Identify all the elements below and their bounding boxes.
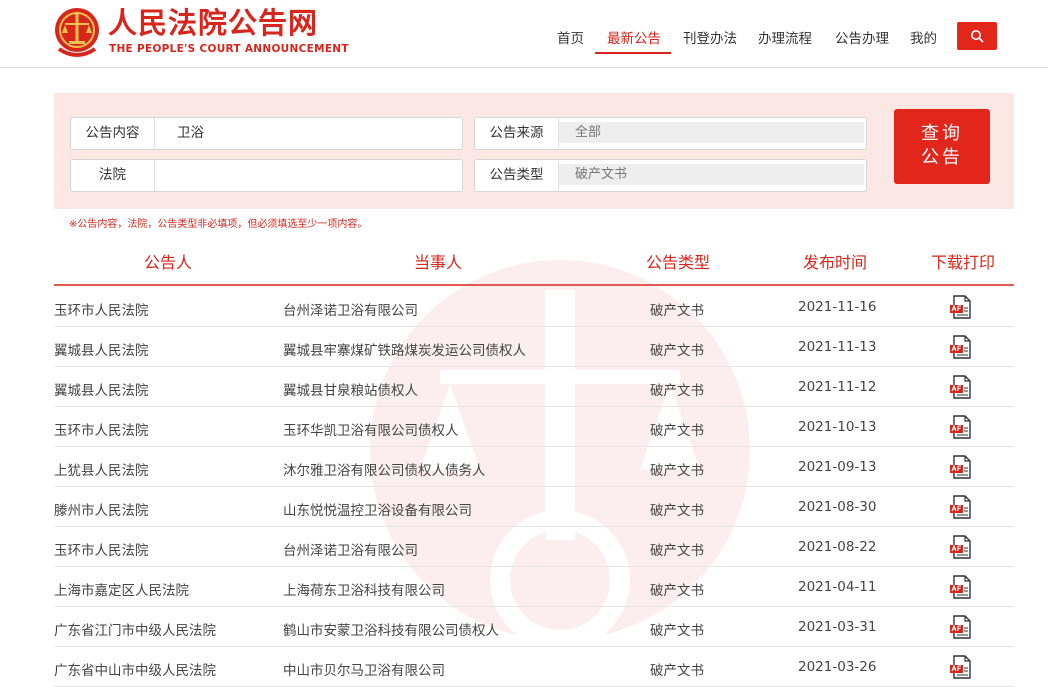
cell-type: 破产文书 <box>650 303 704 319</box>
type-label: 公告类型 <box>475 160 559 191</box>
header-search-button[interactable] <box>957 22 997 50</box>
cell-party[interactable]: 翼城县甘泉粮站债权人 <box>283 379 418 399</box>
header-announcer: 公告人 <box>144 253 193 272</box>
content-input[interactable] <box>155 118 462 149</box>
header-type: 公告类型 <box>646 253 711 272</box>
pdf-icon[interactable] <box>949 455 973 479</box>
court-field: 法院 <box>70 159 463 192</box>
table-row[interactable]: 广东省中山市中级人民法院 中山市贝尔马卫浴有限公司 破产文书 2021-03-26 <box>54 647 1014 687</box>
pdf-icon[interactable] <box>949 335 973 359</box>
type-select[interactable]: 破产文书 <box>559 164 864 185</box>
cell-party[interactable]: 沐尔雅卫浴有限公司债权人债务人 <box>283 459 486 479</box>
pdf-icon[interactable] <box>949 295 973 319</box>
cell-announcer[interactable]: 玉环市人民法院 <box>54 299 149 319</box>
nav-mine[interactable]: 我的 <box>910 27 937 47</box>
table-row[interactable]: 玉环市人民法院 台州泽诺卫浴有限公司 破产文书 2021-11-16 <box>54 287 1014 327</box>
cell-date: 2021-08-30 <box>798 499 877 515</box>
header-download: 下载打印 <box>931 253 996 272</box>
cell-type: 破产文书 <box>650 423 704 439</box>
cell-announcer[interactable]: 上海市嘉定区人民法院 <box>54 579 189 599</box>
pdf-icon[interactable] <box>949 655 973 679</box>
nav-process[interactable]: 办理流程 <box>758 27 812 47</box>
cell-date: 2021-10-13 <box>798 419 877 435</box>
query-label-line1: 查询 <box>921 123 963 144</box>
site-subtitle: THE PEOPLE'S COURT ANNOUNCEMENT <box>109 43 349 55</box>
table-row[interactable]: 翼城县人民法院 翼城县甘泉粮站债权人 破产文书 2021-11-12 <box>54 367 1014 407</box>
query-button[interactable]: 查询 公告 <box>894 109 990 184</box>
cell-announcer[interactable]: 玉环市人民法院 <box>54 419 149 439</box>
source-select[interactable]: 全部 <box>559 122 864 143</box>
table-row[interactable]: 玉环市人民法院 台州泽诺卫浴有限公司 破产文书 2021-08-22 <box>54 527 1014 567</box>
cell-party[interactable]: 鹤山市安蒙卫浴科技有限公司债权人 <box>283 619 499 639</box>
cell-party[interactable]: 中山市贝尔马卫浴有限公司 <box>283 659 445 679</box>
type-field: 公告类型 破产文书 <box>474 159 867 192</box>
cell-type: 破产文书 <box>650 543 704 559</box>
cell-date: 2021-04-11 <box>798 579 877 595</box>
table-row[interactable]: 玉环市人民法院 玉环华凯卫浴有限公司债权人 破产文书 2021-10-13 <box>54 407 1014 447</box>
source-field: 公告来源 全部 <box>474 117 867 150</box>
cell-party[interactable]: 台州泽诺卫浴有限公司 <box>283 299 418 319</box>
cell-type: 破产文书 <box>650 583 704 599</box>
site-header: 人民法院公告网 THE PEOPLE'S COURT ANNOUNCEMENT … <box>0 0 1048 68</box>
cell-announcer[interactable]: 广东省江门市中级人民法院 <box>54 619 216 639</box>
cell-party[interactable]: 山东悦悦温控卫浴设备有限公司 <box>283 499 472 519</box>
court-input[interactable] <box>155 160 462 191</box>
table-row[interactable]: 翼城县人民法院 翼城县牢寨煤矿铁路煤炭发运公司债权人 破产文书 2021-11-13 <box>54 327 1014 367</box>
cell-announcer[interactable]: 翼城县人民法院 <box>54 379 149 399</box>
cell-date: 2021-09-13 <box>798 459 877 475</box>
cell-date: 2021-08-22 <box>798 539 877 555</box>
cell-date: 2021-11-13 <box>798 339 877 355</box>
pdf-icon[interactable] <box>949 535 973 559</box>
cell-type: 破产文书 <box>650 463 704 479</box>
court-emblem-icon[interactable] <box>53 5 101 59</box>
pdf-icon[interactable] <box>949 575 973 599</box>
nav-home[interactable]: 首页 <box>557 27 584 47</box>
court-label: 法院 <box>71 160 155 191</box>
table-row[interactable]: 上犹县人民法院 沐尔雅卫浴有限公司债权人债务人 破产文书 2021-09-13 <box>54 447 1014 487</box>
content-label: 公告内容 <box>71 118 155 149</box>
table-row[interactable]: 广东省江门市中级人民法院 鹤山市安蒙卫浴科技有限公司债权人 破产文书 2021-03-… <box>54 607 1014 647</box>
header-date: 发布时间 <box>803 253 868 272</box>
nav-handle[interactable]: 公告办理 <box>835 27 889 47</box>
cell-party[interactable]: 翼城县牢寨煤矿铁路煤炭发运公司债权人 <box>283 339 526 359</box>
pdf-icon[interactable] <box>949 375 973 399</box>
header-party: 当事人 <box>414 253 463 272</box>
nav-latest[interactable]: 最新公告 <box>607 27 661 47</box>
pdf-icon[interactable] <box>949 415 973 439</box>
table-header: 公告人 当事人 公告类型 发布时间 下载打印 <box>54 237 1014 286</box>
cell-announcer[interactable]: 滕州市人民法院 <box>54 499 149 519</box>
site-title[interactable]: 人民法院公告网 <box>108 6 318 40</box>
nav-publish-method[interactable]: 刊登办法 <box>683 27 737 47</box>
cell-party[interactable]: 台州泽诺卫浴有限公司 <box>283 539 418 559</box>
cell-date: 2021-11-16 <box>798 299 877 315</box>
pdf-icon[interactable] <box>949 615 973 639</box>
search-notice: ※公告内容，法院，公告类型非必填项，但必须填选至少一项内容。 <box>69 219 368 230</box>
cell-type: 破产文书 <box>650 343 704 359</box>
cell-type: 破产文书 <box>650 383 704 399</box>
cell-date: 2021-11-12 <box>798 379 877 395</box>
cell-type: 破产文书 <box>650 503 704 519</box>
table-row[interactable]: 上海市嘉定区人民法院 上海荷东卫浴科技有限公司 破产文书 2021-04-11 <box>54 567 1014 607</box>
cell-type: 破产文书 <box>650 663 704 679</box>
search-icon <box>971 30 984 43</box>
cell-announcer[interactable]: 翼城县人民法院 <box>54 339 149 359</box>
pdf-icon[interactable] <box>949 495 973 519</box>
nav-active-indicator <box>595 52 671 54</box>
source-label: 公告来源 <box>475 118 559 149</box>
query-label-line2: 公告 <box>921 147 963 168</box>
cell-party[interactable]: 玉环华凯卫浴有限公司债权人 <box>283 419 459 439</box>
cell-announcer[interactable]: 上犹县人民法院 <box>54 459 149 479</box>
cell-party[interactable]: 上海荷东卫浴科技有限公司 <box>283 579 445 599</box>
table-row[interactable]: 滕州市人民法院 山东悦悦温控卫浴设备有限公司 破产文书 2021-08-30 <box>54 487 1014 527</box>
content-field: 公告内容 <box>70 117 463 150</box>
cell-date: 2021-03-31 <box>798 619 877 635</box>
cell-announcer[interactable]: 广东省中山市中级人民法院 <box>54 659 216 679</box>
cell-date: 2021-03-26 <box>798 659 877 675</box>
cell-type: 破产文书 <box>650 623 704 639</box>
cell-announcer[interactable]: 玉环市人民法院 <box>54 539 149 559</box>
